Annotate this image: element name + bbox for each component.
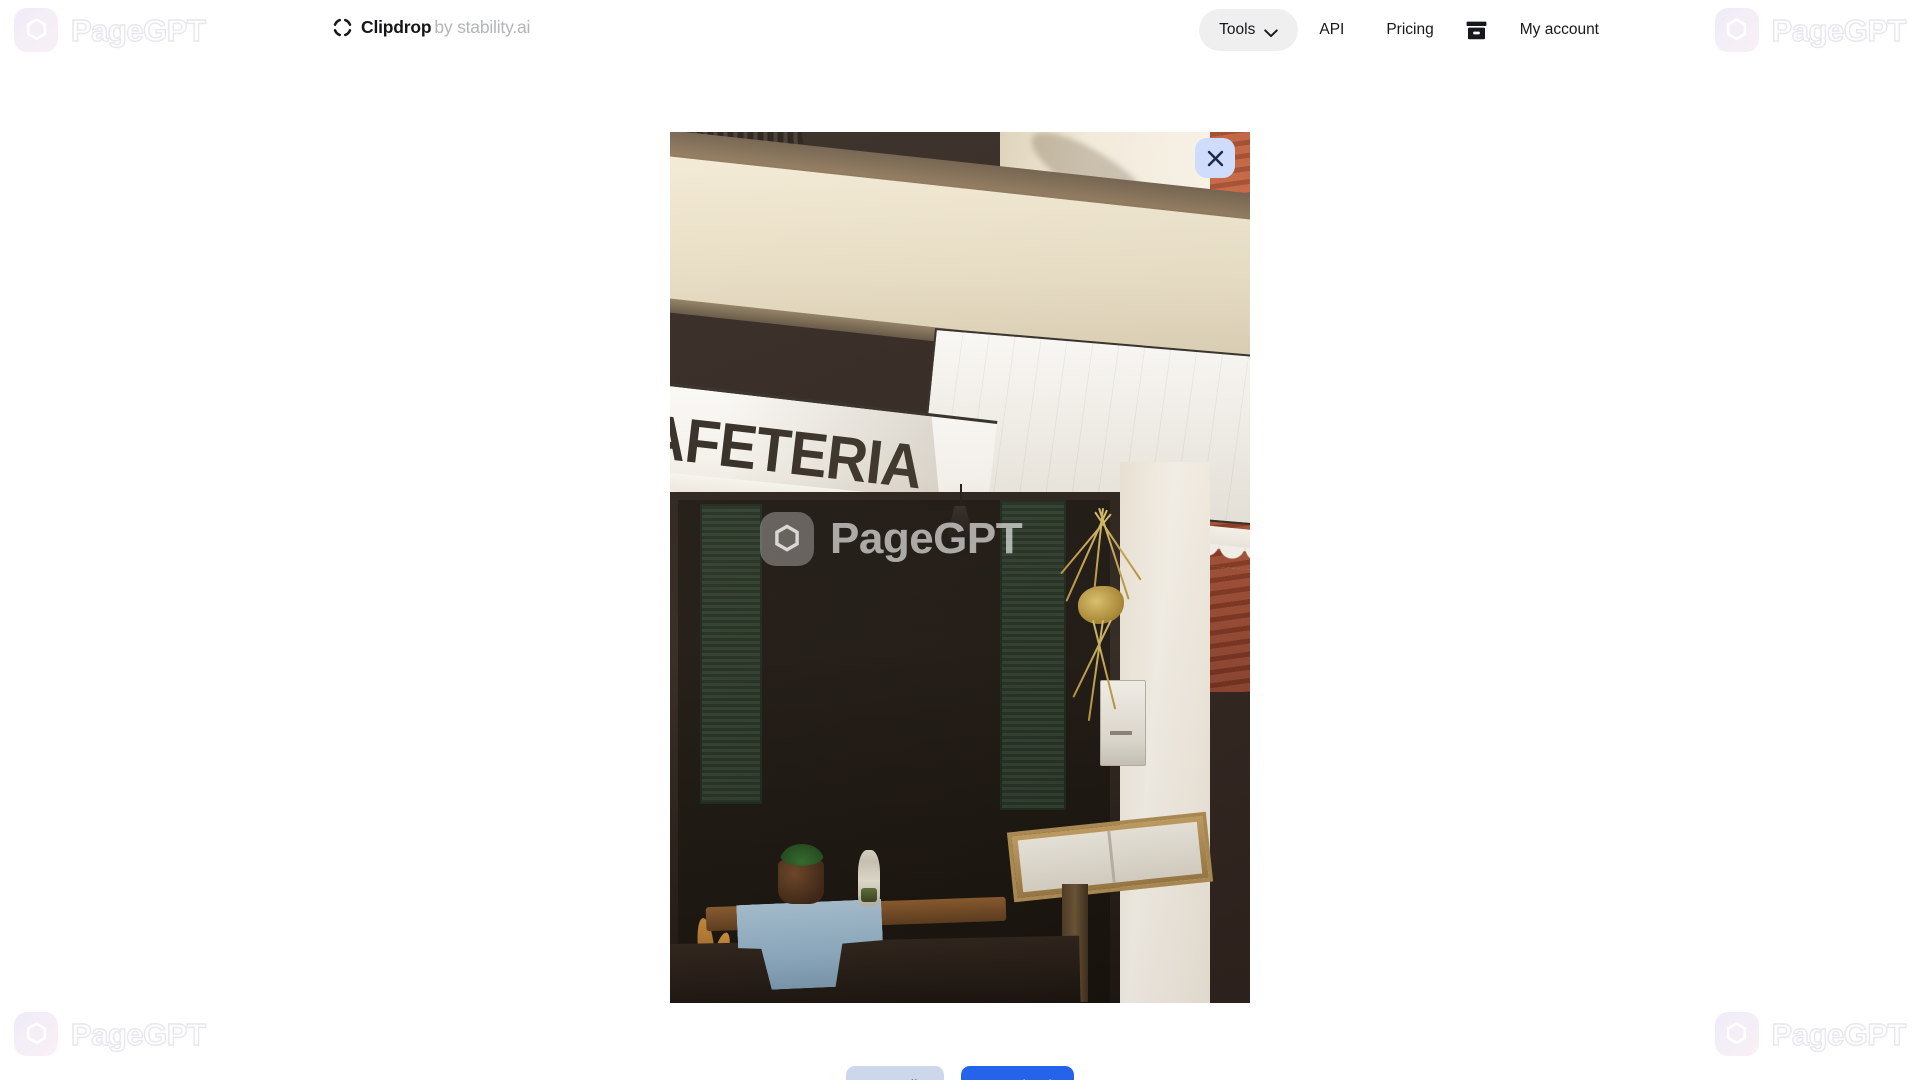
brand-wordmark: Clipdrop by stability.ai: [361, 16, 531, 37]
main-navigation: Tools API Pricing My account: [1199, 9, 1620, 51]
photo-dried-twigs: [1040, 507, 1160, 722]
nav-link-my-account[interactable]: My account: [1499, 9, 1620, 51]
edit-button[interactable]: Edit: [846, 1066, 944, 1080]
result-photo: CAFETERIA: [670, 132, 1250, 1003]
close-icon: [1206, 149, 1225, 168]
credit-card-icon: [1466, 21, 1487, 40]
brand-name: Clipdrop: [361, 16, 432, 37]
nav-link-api[interactable]: API: [1298, 9, 1365, 51]
nav-tools-dropdown[interactable]: Tools: [1199, 9, 1299, 51]
chevron-down-icon: [1264, 26, 1279, 37]
close-preview-button[interactable]: [1195, 138, 1235, 178]
clipdrop-bracket-circle-icon: [333, 18, 352, 37]
download-button[interactable]: Download: [960, 1066, 1074, 1080]
photo-table-plant: [780, 844, 824, 866]
clipdrop-brand-logo[interactable]: Clipdrop by stability.ai: [333, 18, 530, 37]
photo-table-pot: [778, 860, 824, 904]
photo-bench: [670, 935, 1081, 1003]
photo-louvred-door-left: [700, 504, 762, 804]
result-stage: CAFETERIA: [0, 60, 1920, 1080]
brand-byline: by stability.ai: [434, 16, 531, 37]
nav-tools-label: Tools: [1219, 21, 1256, 39]
page-root: Clipdrop by stability.ai Tools API Pricin…: [0, 0, 1920, 1080]
result-image-container: CAFETERIA: [670, 132, 1250, 1003]
site-header: Clipdrop by stability.ai Tools API Pricin…: [0, 0, 1920, 60]
nav-link-pricing[interactable]: Pricing: [1365, 9, 1454, 51]
nav-credits-button[interactable]: [1455, 9, 1499, 51]
photo-bottle: [858, 850, 880, 906]
result-action-bar: Edit Download: [0, 1066, 1920, 1080]
